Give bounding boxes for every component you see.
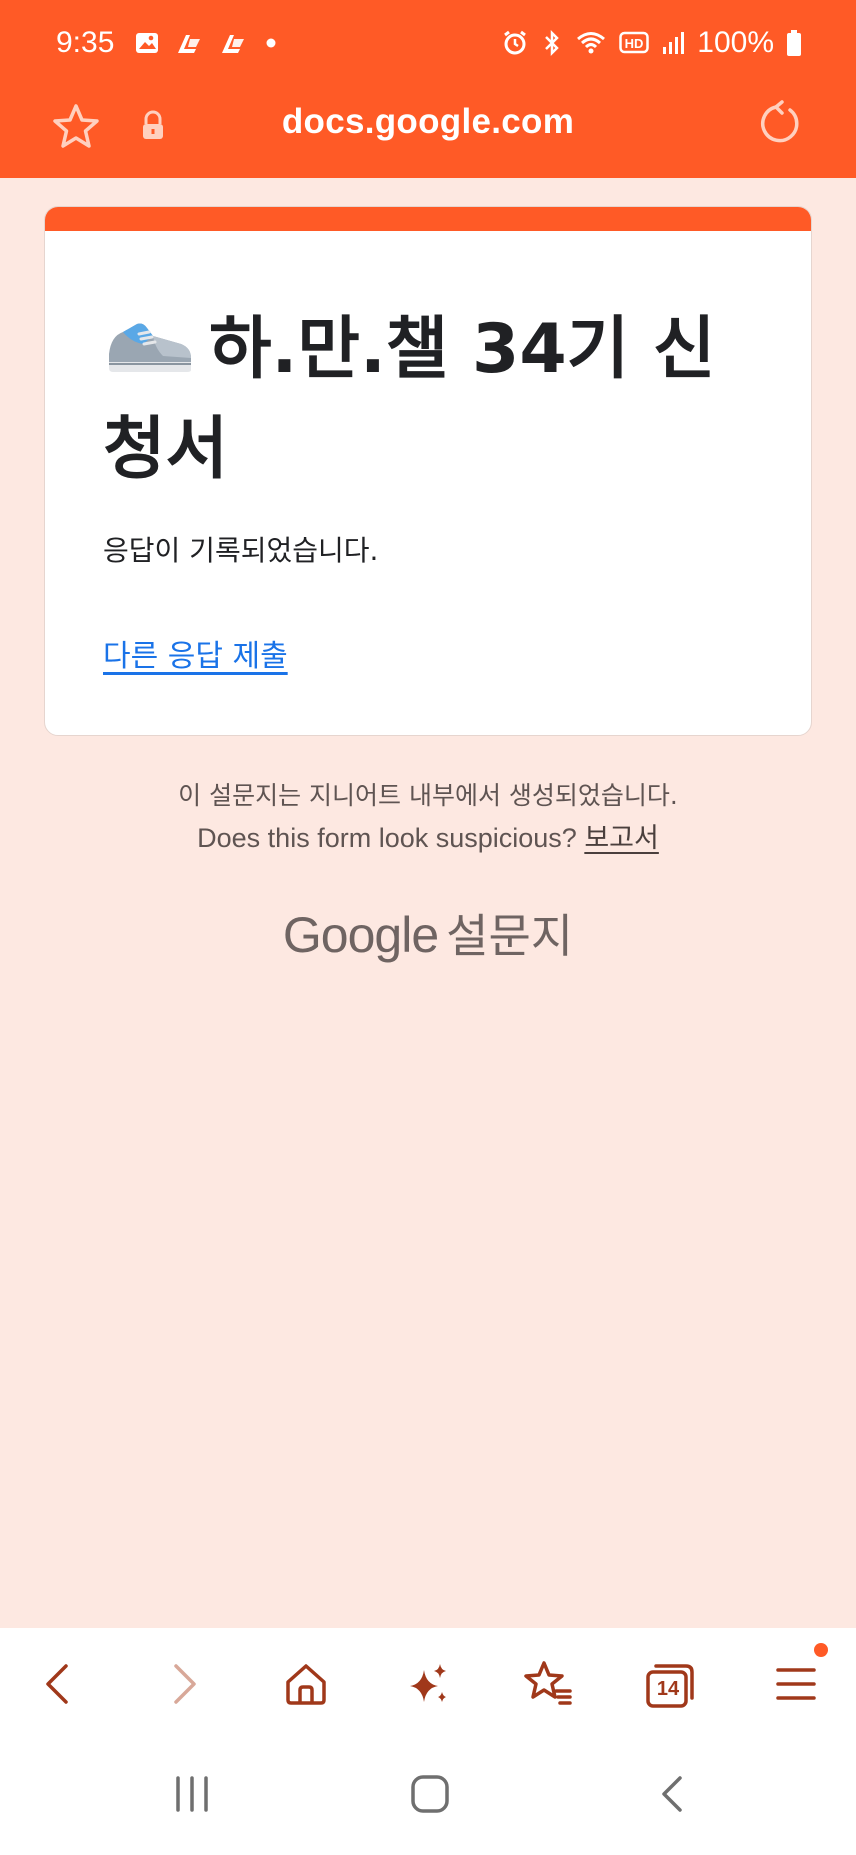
status-left: 9:35 (56, 26, 280, 60)
submit-another-response-link[interactable]: 다른 응답 제출 (103, 631, 288, 675)
browser-bottom-toolbar: 14 (0, 1628, 856, 1740)
menu-notification-dot (814, 1643, 828, 1657)
suspicious-prompt: Does this form look suspicious? (197, 823, 577, 853)
home-nav-icon[interactable] (408, 1772, 452, 1820)
battery-percent: 100% (697, 26, 774, 59)
home-button[interactable] (278, 1658, 334, 1714)
back-icon (38, 1660, 78, 1712)
bookmarks-icon (522, 1659, 574, 1713)
status-bar: 9:35 HD 100% (0, 0, 856, 86)
bluetooth-icon (541, 29, 563, 57)
form-title: 하.만.챌 34기 신청서 (103, 303, 763, 497)
gallery-icon (134, 30, 160, 56)
tabs-button[interactable]: 14 (642, 1658, 698, 1714)
menu-icon (774, 1662, 818, 1710)
back-button[interactable] (30, 1658, 86, 1714)
dot-icon (262, 34, 280, 52)
suspicious-form-line: Does this form look suspicious? 보고서 (0, 816, 856, 855)
svg-text:HD: HD (625, 36, 644, 51)
url-text[interactable]: docs.google.com (0, 102, 856, 142)
reload-icon[interactable] (756, 98, 804, 154)
google-forms-logo[interactable]: Google 설문지 (0, 900, 856, 966)
form-response-card: 하.만.챌 34기 신청서 응답이 기록되었습니다. 다른 응답 제출 (44, 206, 812, 736)
assistant-button[interactable] (400, 1658, 456, 1714)
system-navigation-bar (0, 1740, 856, 1855)
app-notification-icon (174, 29, 204, 57)
status-right: HD 100% (501, 26, 802, 60)
recent-apps-icon[interactable] (170, 1772, 214, 1820)
tab-count: 14 (656, 1677, 680, 1700)
menu-button[interactable] (768, 1658, 824, 1714)
app-notification-icon (218, 29, 248, 57)
sparkle-icon (404, 1660, 452, 1712)
browser-top-chrome: 9:35 HD 100% docs.google.com (0, 0, 856, 178)
google-logo-text: Google (282, 907, 439, 963)
status-time: 9:35 (56, 26, 115, 59)
card-accent-bar (45, 207, 811, 231)
tabs-icon: 14 (644, 1662, 696, 1710)
bookmarks-button[interactable] (520, 1658, 576, 1714)
forms-logo-text: 설문지 (446, 909, 574, 963)
wifi-icon (575, 29, 607, 57)
running-shoe-icon (103, 309, 195, 403)
report-link[interactable]: 보고서 (584, 823, 659, 853)
back-nav-icon[interactable] (650, 1772, 694, 1820)
home-icon (282, 1660, 330, 1712)
url-bar: docs.google.com (0, 86, 856, 178)
forward-button[interactable] (156, 1658, 212, 1714)
forward-icon (164, 1660, 204, 1712)
signal-icon (661, 30, 685, 56)
response-recorded-message: 응답이 기록되었습니다. (103, 534, 379, 567)
alarm-icon (501, 29, 529, 57)
hd-icon: HD (619, 31, 650, 55)
battery-icon (786, 29, 802, 57)
internal-form-note: 이 설문지는 지니어트 내부에서 생성되었습니다. (178, 781, 678, 810)
